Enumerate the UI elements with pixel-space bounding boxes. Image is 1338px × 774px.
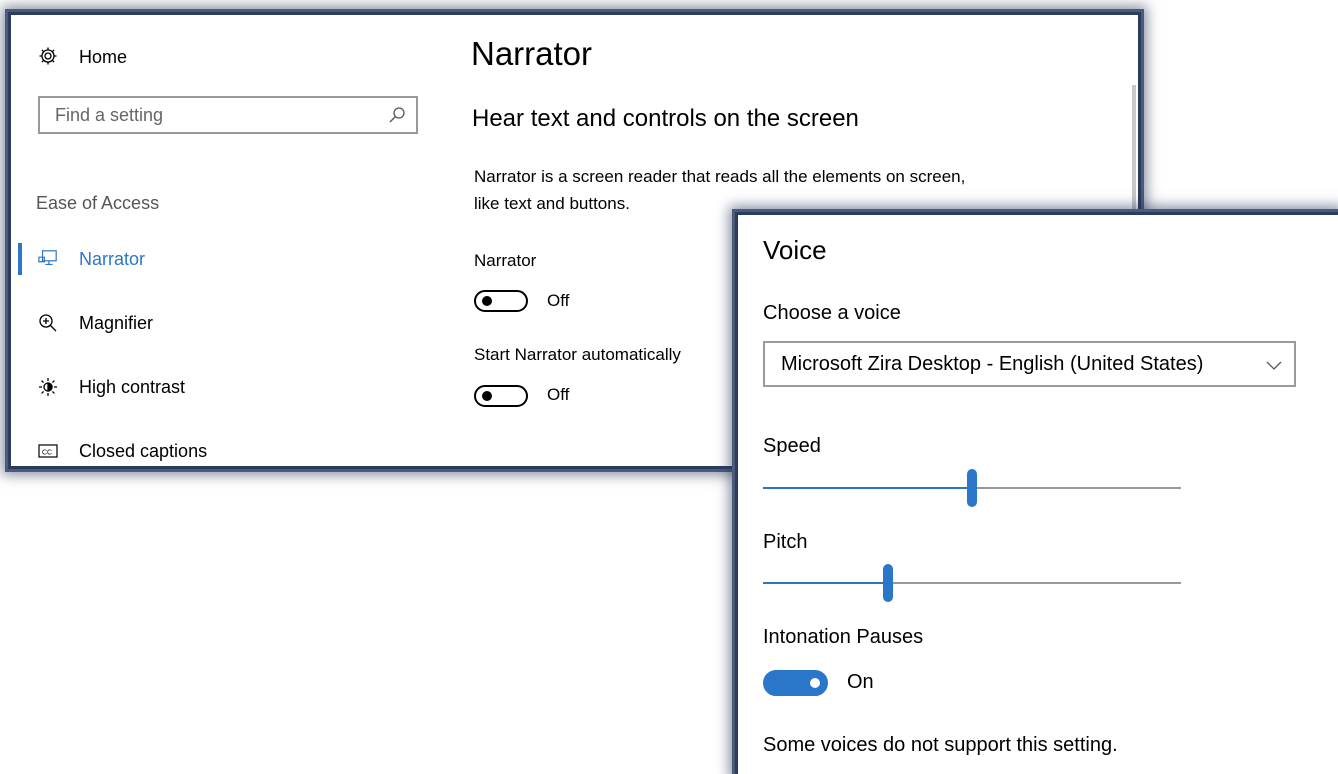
narrator-toggle-state: Off: [547, 291, 570, 310]
search-input[interactable]: [40, 98, 385, 132]
sidebar-item-high-contrast[interactable]: High contrast: [11, 367, 431, 407]
selection-indicator: [18, 243, 22, 275]
voice-note: Some voices do not support this setting.: [763, 734, 1118, 756]
auto-start-toggle[interactable]: [474, 385, 528, 407]
sidebar-item-closed-captions[interactable]: CC Closed captions: [11, 431, 431, 466]
slider-fill: [763, 487, 972, 489]
pitch-label: Pitch: [763, 531, 808, 553]
section-label: Ease of Access: [36, 193, 160, 213]
intonation-state: On: [847, 671, 874, 693]
selected-voice: Microsoft Zira Desktop - English (United…: [781, 353, 1204, 375]
slider-thumb[interactable]: [967, 469, 977, 507]
home-nav-item[interactable]: Home: [11, 37, 431, 77]
voice-select[interactable]: Microsoft Zira Desktop - English (United…: [763, 341, 1296, 387]
narrator-toggle[interactable]: [474, 290, 528, 312]
search-icon[interactable]: [388, 106, 406, 129]
speed-slider[interactable]: [763, 469, 1181, 507]
page-title: Narrator: [471, 35, 593, 72]
slider-fill: [763, 582, 889, 584]
toggle-knob: [482, 391, 492, 401]
sidebar-item-narrator[interactable]: Narrator: [11, 239, 431, 279]
toggle-knob: [810, 678, 820, 688]
intonation-toggle[interactable]: [763, 670, 828, 696]
sidebar-item-label: Closed captions: [79, 441, 208, 461]
speed-label: Speed: [763, 435, 821, 457]
page-subtitle: Hear text and controls on the screen: [472, 105, 859, 132]
intonation-label: Intonation Pauses: [763, 626, 924, 648]
voice-title: Voice: [763, 235, 827, 265]
closed-captions-icon: CC: [38, 441, 58, 461]
auto-start-toggle-label: Start Narrator automatically: [474, 345, 681, 364]
sidebar-item-label: Magnifier: [79, 313, 154, 333]
slider-thumb[interactable]: [883, 564, 894, 602]
magnifier-icon: [38, 313, 58, 333]
sidebar-item-label: Narrator: [79, 249, 146, 269]
home-label: Home: [79, 47, 128, 67]
narrator-toggle-label: Narrator: [474, 251, 537, 270]
sidebar-item-magnifier[interactable]: Magnifier: [11, 303, 431, 343]
search-box: [38, 96, 418, 134]
pitch-slider[interactable]: [763, 564, 1181, 602]
choose-voice-label: Choose a voice: [763, 302, 901, 324]
toggle-knob: [482, 296, 492, 306]
auto-start-toggle-state: Off: [547, 385, 570, 404]
description-line-1: Narrator is a screen reader that reads a…: [474, 167, 966, 186]
sidebar-item-label: High contrast: [79, 377, 186, 397]
high-contrast-icon: [38, 377, 58, 397]
narrator-icon: [38, 249, 58, 269]
svg-text:CC: CC: [42, 450, 52, 457]
chevron-down-icon: [1266, 358, 1282, 376]
gear-icon: [38, 46, 58, 66]
voice-panel: Voice Choose a voice Microsoft Zira Desk…: [735, 212, 1338, 774]
description-line-2: like text and buttons.: [474, 194, 630, 213]
